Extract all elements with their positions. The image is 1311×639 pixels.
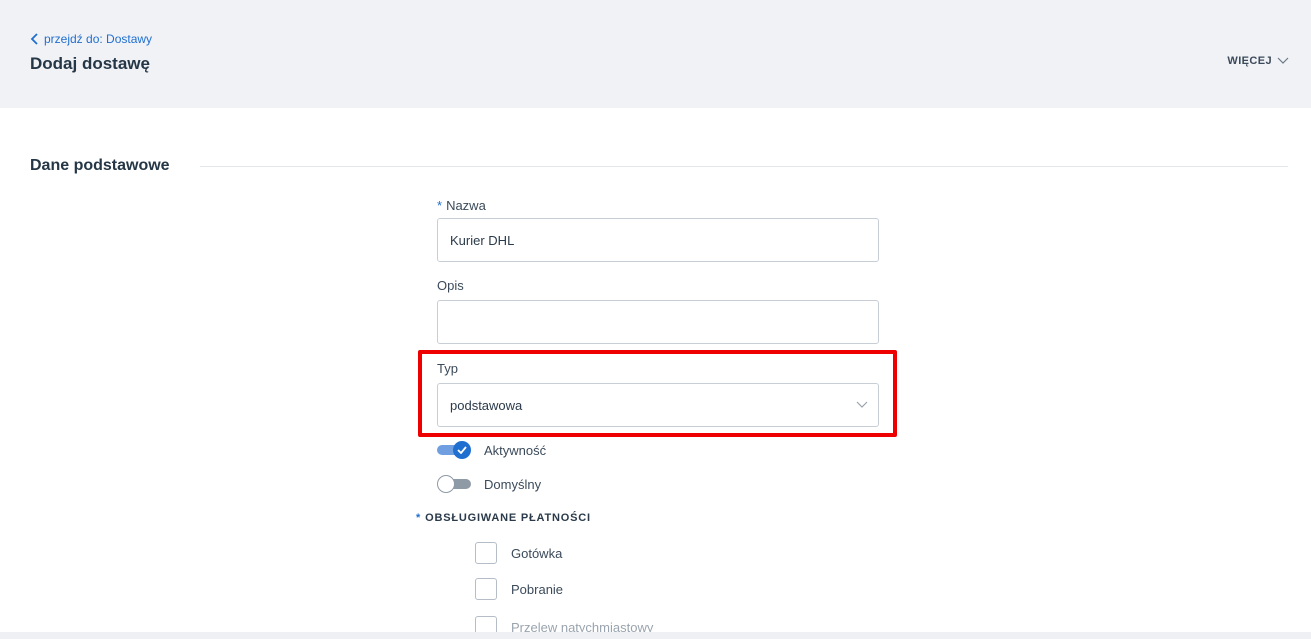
type-select-value: podstawowa xyxy=(450,397,523,413)
chevron-down-icon xyxy=(856,401,868,408)
checkbox[interactable] xyxy=(475,578,497,600)
page-header: przejdź do: Dostawy Dodaj dostawę WIĘCEJ xyxy=(0,0,1311,108)
more-button-label: WIĘCEJ xyxy=(1227,55,1272,67)
description-input[interactable] xyxy=(437,300,879,344)
payment-option-label: Gotówka xyxy=(511,545,563,561)
back-link-label: przejdź do: Dostawy xyxy=(44,32,153,46)
default-toggle-row[interactable]: Domyślny xyxy=(437,475,541,493)
payment-option-label: Pobranie xyxy=(511,581,564,597)
back-link[interactable]: przejdź do: Dostawy xyxy=(30,32,152,46)
payments-title: * OBSŁUGIWANE PŁATNOŚCI xyxy=(416,512,591,524)
active-toggle[interactable] xyxy=(437,441,471,459)
section-divider xyxy=(200,166,1288,167)
toggle-knob xyxy=(437,475,455,493)
type-select[interactable]: podstawowa xyxy=(437,383,879,427)
type-label: Typ xyxy=(437,361,458,376)
name-input-value: Kurier DHL xyxy=(450,232,515,248)
default-toggle[interactable] xyxy=(437,475,471,493)
default-toggle-label: Domyślny xyxy=(484,476,542,492)
required-mark: * xyxy=(437,198,443,213)
chevron-down-icon xyxy=(1277,57,1289,64)
bottom-bar xyxy=(0,632,1311,639)
required-mark: * xyxy=(416,512,422,524)
checkbox[interactable] xyxy=(475,542,497,564)
name-label: * Nazwa xyxy=(437,198,486,213)
name-input[interactable]: Kurier DHL xyxy=(437,218,879,262)
active-toggle-row[interactable]: Aktywność xyxy=(437,441,546,459)
active-toggle-label: Aktywność xyxy=(484,442,547,458)
more-button[interactable]: WIĘCEJ xyxy=(1227,55,1289,67)
payment-option-cod[interactable]: Pobranie xyxy=(475,578,563,600)
name-label-text: Nazwa xyxy=(446,198,486,213)
chevron-left-icon xyxy=(30,33,38,45)
payment-option-cash[interactable]: Gotówka xyxy=(475,542,562,564)
page-title: Dodaj dostawę xyxy=(30,54,150,73)
check-icon xyxy=(457,446,467,454)
toggle-knob xyxy=(453,441,471,459)
section-title: Dane podstawowe xyxy=(30,157,170,174)
description-label: Opis xyxy=(437,278,464,293)
payments-title-text: OBSŁUGIWANE PŁATNOŚCI xyxy=(425,512,591,524)
